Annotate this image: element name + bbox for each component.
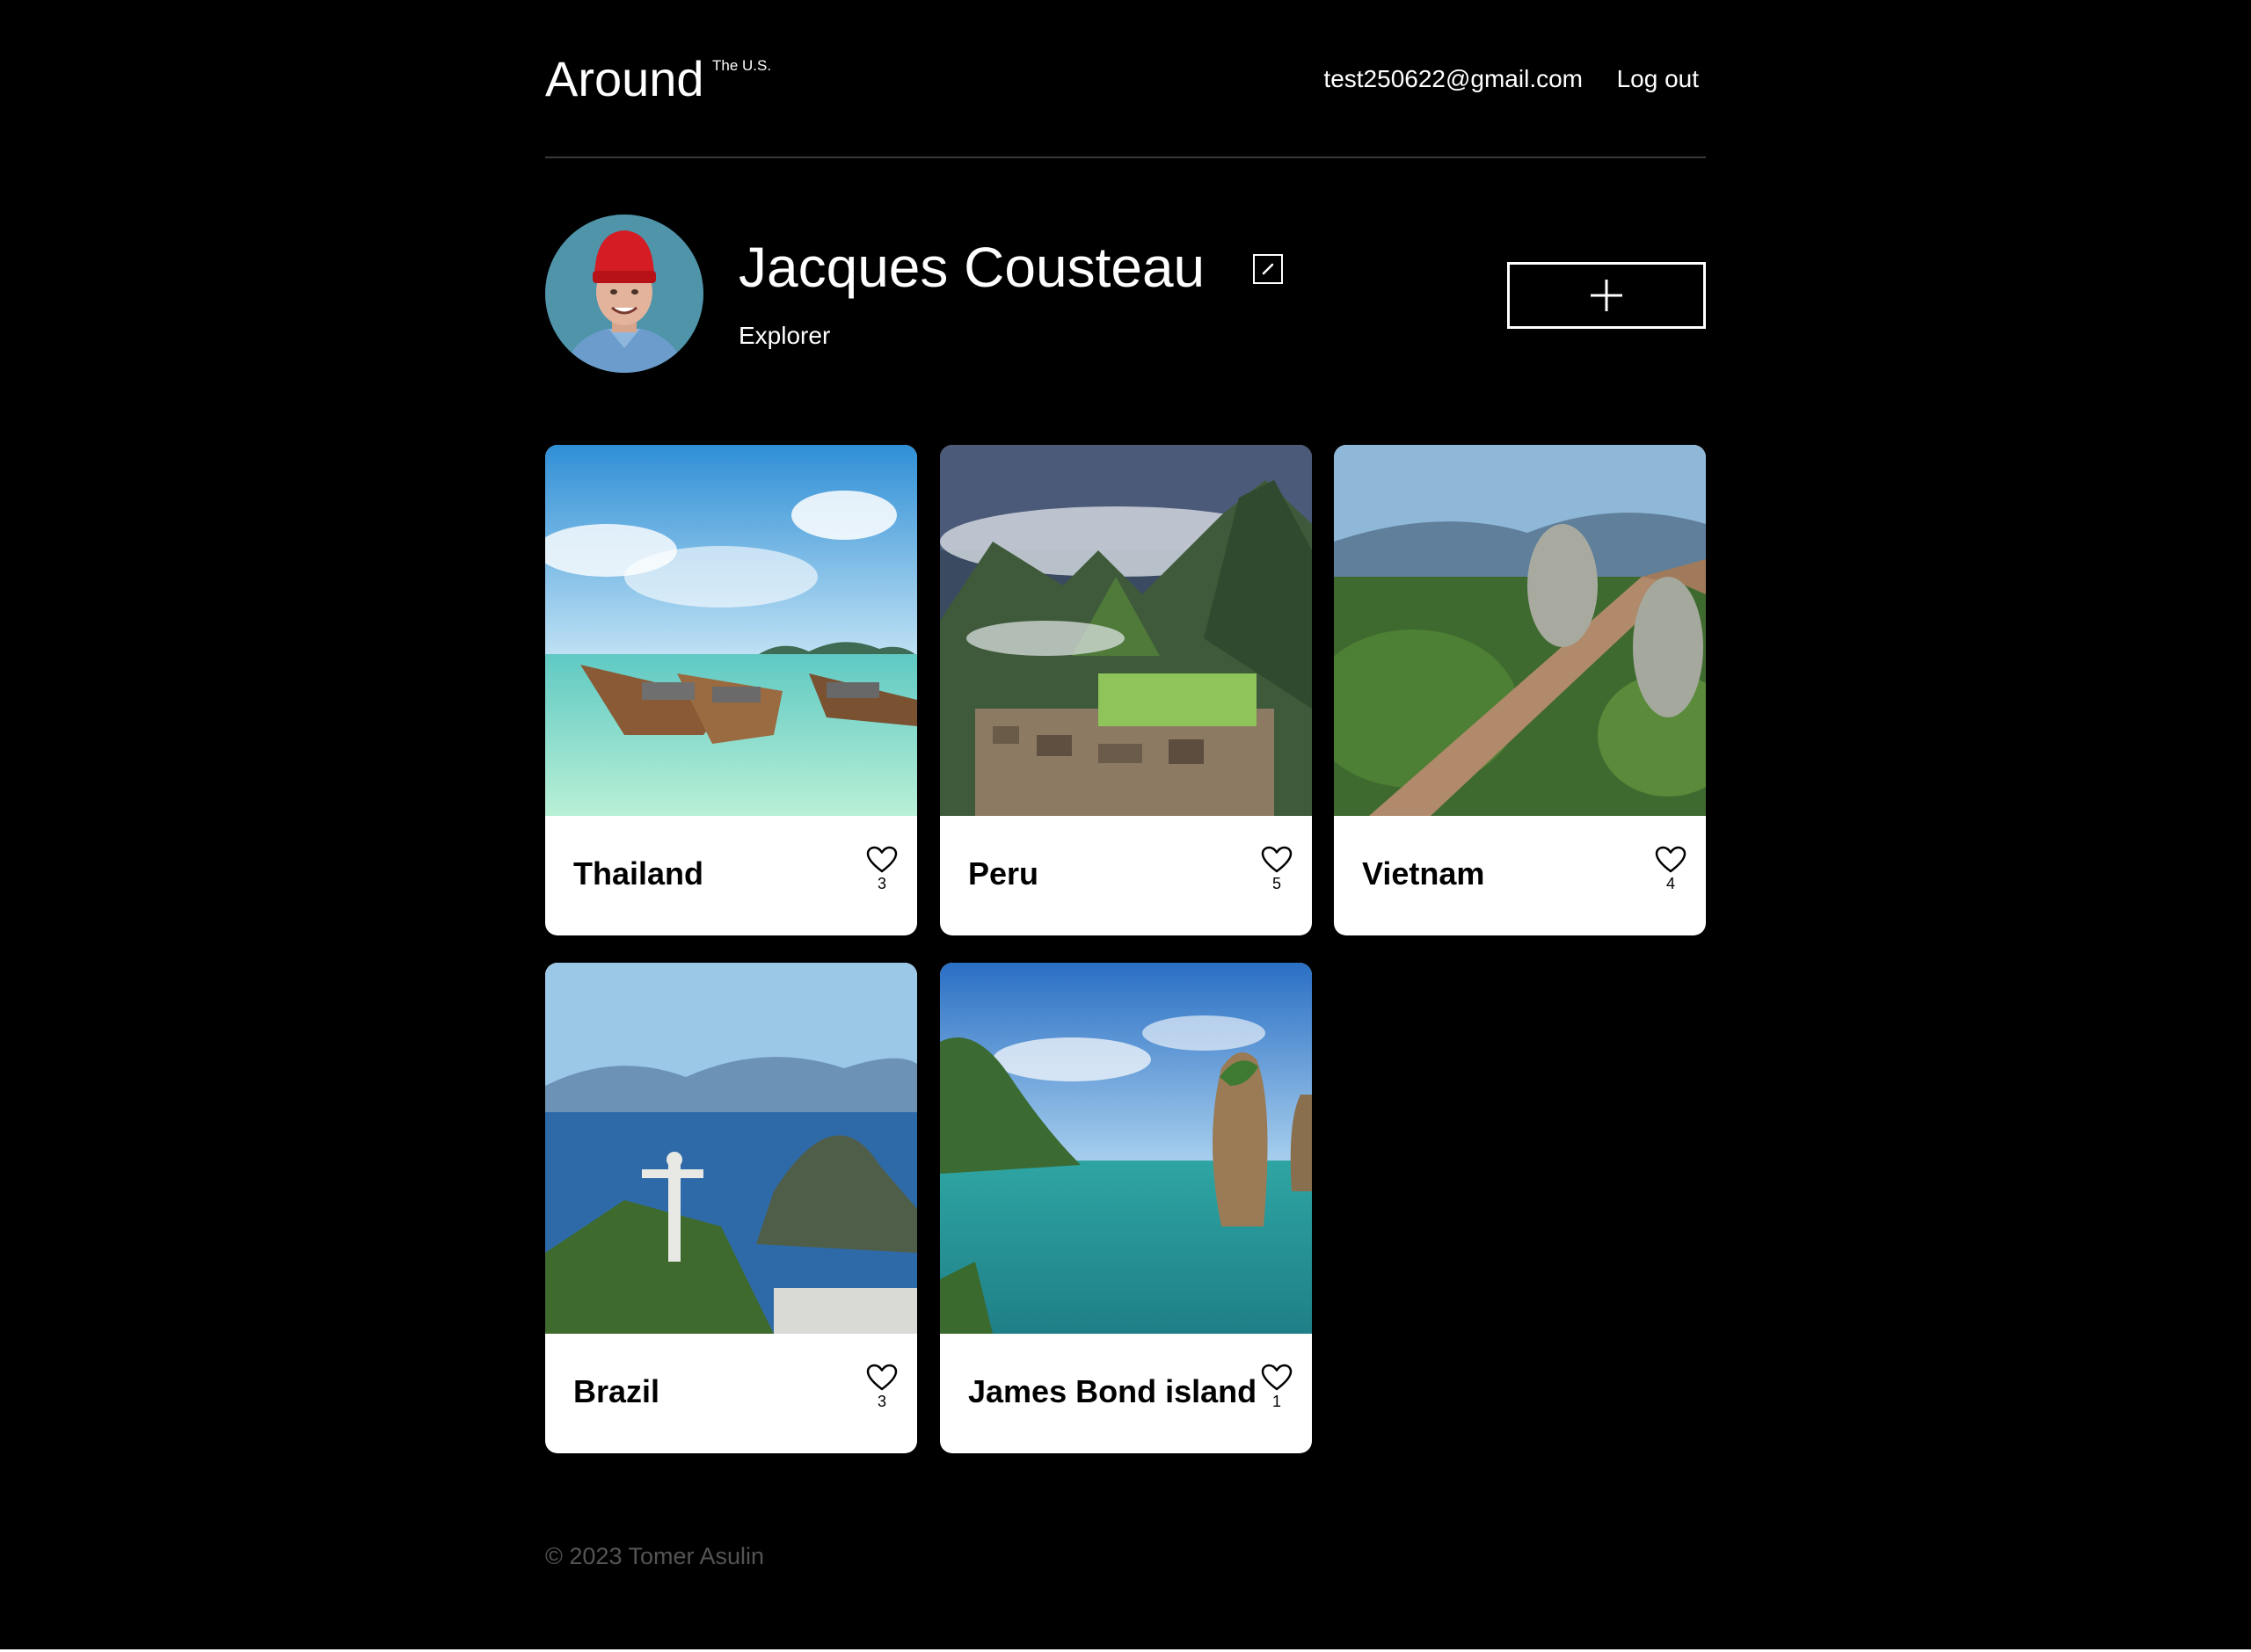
heart-icon (1655, 846, 1686, 873)
logout-button[interactable]: Log out (1617, 67, 1699, 91)
like-group: 3 (864, 1364, 900, 1409)
user-email: test250622@gmail.com (1323, 65, 1583, 92)
like-count: 3 (877, 1393, 886, 1410)
like-group: 5 (1259, 846, 1294, 891)
like-count: 3 (877, 875, 886, 892)
like-group: 3 (864, 846, 900, 891)
card-image[interactable] (940, 963, 1312, 1334)
card: Vietnam 4 (1334, 445, 1706, 935)
like-button[interactable] (1655, 846, 1686, 874)
card-image[interactable] (1334, 445, 1706, 816)
card-image[interactable] (545, 963, 917, 1334)
card-image[interactable] (545, 445, 917, 816)
add-card-button[interactable] (1507, 262, 1706, 329)
header: Around The U.S. test250622@gmail.com Log… (545, 0, 1706, 158)
heart-icon (866, 1364, 898, 1391)
card-title: Thailand (573, 855, 704, 891)
card-title: James Bond island (968, 1373, 1257, 1409)
pencil-icon (1262, 263, 1274, 275)
logo-region-label: The U.S. (712, 57, 772, 74)
card: Thailand 3 (545, 445, 917, 935)
card: Brazil 3 (545, 963, 917, 1453)
edit-profile-button[interactable] (1253, 254, 1283, 284)
card-title: Peru (968, 855, 1039, 891)
profile-section: Jacques Cousteau Explorer (545, 215, 1706, 375)
page: Around The U.S. test250622@gmail.com Log… (545, 0, 1706, 1652)
plus-icon (1591, 280, 1622, 311)
logo: Around (545, 51, 704, 106)
christ-the-redeemer-photo (545, 963, 917, 1334)
footer-copyright: © 2023 Tomer Asulin (545, 1543, 765, 1569)
card-title: Vietnam (1362, 855, 1485, 891)
machu-picchu-photo (940, 445, 1312, 816)
james-bond-island-photo (940, 963, 1312, 1334)
like-button[interactable] (1261, 846, 1293, 874)
like-button[interactable] (1261, 1364, 1293, 1392)
heart-icon (866, 846, 898, 873)
like-count: 5 (1271, 875, 1281, 892)
profile-description: Explorer (739, 322, 831, 349)
card-image[interactable] (940, 445, 1312, 816)
like-count: 1 (1271, 1393, 1281, 1410)
card-title: Brazil (573, 1373, 660, 1409)
heart-icon (1261, 1364, 1293, 1391)
like-group: 4 (1653, 846, 1688, 891)
avatar-photo (545, 215, 703, 373)
heart-icon (1261, 846, 1293, 873)
card: James Bond island 1 (940, 963, 1312, 1453)
profile-name: Jacques Cousteau (739, 236, 1206, 299)
thailand-boats-photo (545, 445, 917, 816)
golden-bridge-photo (1334, 445, 1706, 816)
like-count: 4 (1665, 875, 1675, 892)
avatar[interactable] (545, 215, 703, 373)
card: Peru 5 (940, 445, 1312, 935)
like-group: 1 (1259, 1364, 1294, 1409)
like-button[interactable] (866, 846, 898, 874)
like-button[interactable] (866, 1364, 898, 1392)
